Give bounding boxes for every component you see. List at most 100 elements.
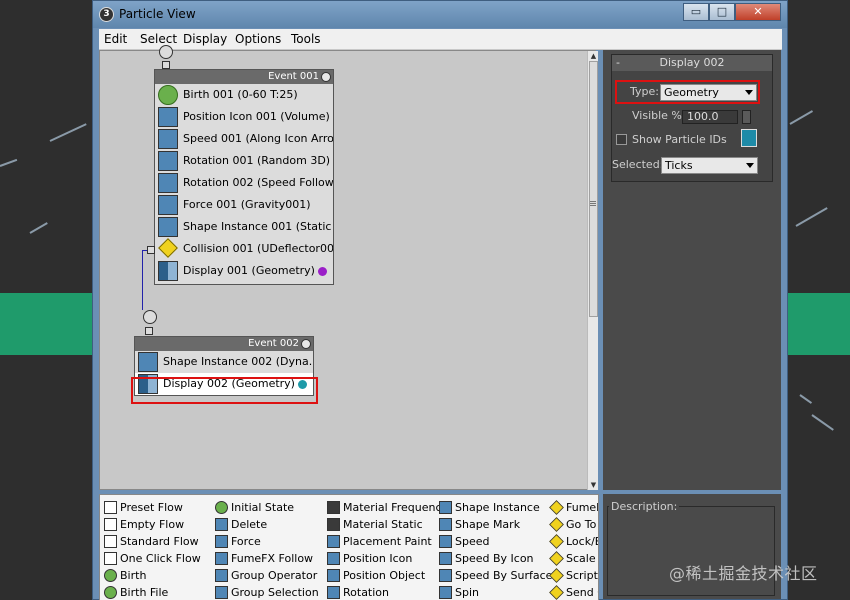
depot-item[interactable]: Force xyxy=(214,533,319,550)
depot-item[interactable]: FumeFX xyxy=(549,499,598,516)
event-001[interactable]: Event 001 Birth 001 (0-60 T:25) Position… xyxy=(154,69,334,285)
depot-item[interactable]: Birth File xyxy=(103,584,201,600)
visible-percent-spinner[interactable]: 100.0 xyxy=(682,110,738,124)
depot-item[interactable]: Empty Flow xyxy=(103,516,201,533)
depot-item[interactable]: Initial State xyxy=(214,499,319,516)
depot-item[interactable]: Position Icon xyxy=(326,550,448,567)
spinner-arrows-icon[interactable] xyxy=(742,110,751,124)
depot-item-label: Position Object xyxy=(343,569,426,582)
event-002-header[interactable]: Event 002 xyxy=(135,337,313,351)
depot-column-4: Shape Instance Shape Mark Speed Speed By… xyxy=(438,499,552,600)
depot-item-label: Lock/Bo xyxy=(566,535,598,548)
depot-item[interactable]: Speed xyxy=(438,533,552,550)
preset-flow-icon xyxy=(104,501,117,514)
operator-speed-001[interactable]: Speed 001 (Along Icon Arro... xyxy=(155,128,333,150)
rollout-title: Display 002 xyxy=(659,56,725,69)
depot-item-label: Group Selection xyxy=(231,586,319,599)
depot-item[interactable]: Spin xyxy=(438,584,552,600)
operator-force-001[interactable]: Force 001 (Gravity001) xyxy=(155,194,333,216)
depot-item[interactable]: Group Operator xyxy=(214,567,319,584)
delete-icon xyxy=(215,518,228,531)
test-collision-001[interactable]: Collision 001 (UDeflector00... xyxy=(155,238,333,260)
shape-mark-icon xyxy=(439,518,452,531)
scroll-down-arrow-icon[interactable]: ▼ xyxy=(588,480,599,490)
display-color-swatch[interactable] xyxy=(741,129,757,147)
depot-item[interactable]: FumeFX Follow xyxy=(214,550,319,567)
event-display-canvas[interactable]: Event 001 Birth 001 (0-60 T:25) Position… xyxy=(99,45,598,490)
collapse-icon[interactable]: - xyxy=(616,55,620,71)
depot-item-label: Standard Flow xyxy=(120,535,199,548)
scroll-up-arrow-icon[interactable]: ▲ xyxy=(588,51,599,61)
depot-item[interactable]: Lock/Bo xyxy=(549,533,598,550)
rotation-icon xyxy=(158,151,178,171)
title-bar[interactable]: 3 Particle View ▭ □ ✕ xyxy=(93,1,787,28)
maximize-button[interactable]: □ xyxy=(709,3,735,21)
depot-item[interactable]: Send O xyxy=(549,584,598,600)
depot-item[interactable]: Position Object xyxy=(326,567,448,584)
event-wire xyxy=(142,250,143,310)
depot-item-label: Birth File xyxy=(120,586,169,599)
selected-dropdown[interactable]: Ticks xyxy=(661,157,758,174)
depot-item[interactable]: Rotation xyxy=(326,584,448,600)
minimize-button[interactable]: ▭ xyxy=(683,3,709,21)
speed-by-icon-icon xyxy=(439,552,452,565)
position-icon xyxy=(327,552,340,565)
menu-display[interactable]: Display xyxy=(183,32,227,46)
lock-bond-icon xyxy=(549,534,564,549)
depot-item-label: Force xyxy=(231,535,261,548)
depot-item[interactable]: Go To R xyxy=(549,516,598,533)
operator-display-001[interactable]: Display 001 (Geometry) xyxy=(155,260,333,282)
show-particle-ids-checkbox[interactable] xyxy=(616,134,627,145)
force-icon xyxy=(215,535,228,548)
depot-item[interactable]: One Click Flow xyxy=(103,550,201,567)
depot-item[interactable]: Shape Mark xyxy=(438,516,552,533)
depot-item[interactable]: Group Selection xyxy=(214,584,319,600)
watermark-text: @稀土掘金技术社区 xyxy=(669,564,818,583)
depot-item-label: FumeFX Follow xyxy=(231,552,314,565)
depot-item[interactable]: Standard Flow xyxy=(103,533,201,550)
menu-bar: Edit Select Display Options Tools xyxy=(99,29,782,50)
test-output-stub[interactable] xyxy=(147,246,155,254)
menu-tools[interactable]: Tools xyxy=(291,32,321,46)
operator-position-icon-001[interactable]: Position Icon 001 (Volume) xyxy=(155,106,333,128)
operator-shape-instance-001[interactable]: Shape Instance 001 (Static ... xyxy=(155,216,333,238)
speed-by-surface-icon xyxy=(439,569,452,582)
operator-shape-instance-002[interactable]: Shape Instance 002 (Dyna... xyxy=(135,351,313,373)
rollout-header[interactable]: - Display 002 xyxy=(612,55,772,71)
depot-item[interactable]: Material Static xyxy=(326,516,448,533)
menu-select[interactable]: Select xyxy=(140,32,177,46)
operator-rotation-002[interactable]: Rotation 002 (Speed Follow) xyxy=(155,172,333,194)
lightbulb-icon[interactable] xyxy=(321,72,331,82)
operator-rotation-001[interactable]: Rotation 001 (Random 3D) xyxy=(155,150,333,172)
operator-birth-001[interactable]: Birth 001 (0-60 T:25) xyxy=(155,84,333,106)
depot-item[interactable]: Delete xyxy=(214,516,319,533)
canvas-vertical-scrollbar[interactable]: ▲ ▼ xyxy=(587,51,598,490)
event-input-stub xyxy=(162,61,170,69)
birth-icon xyxy=(158,85,178,105)
depot-item-label: Send O xyxy=(566,586,598,599)
depot-item-label: Position Icon xyxy=(343,552,413,565)
close-button[interactable]: ✕ xyxy=(735,3,781,21)
show-particle-ids-label: Show Particle IDs xyxy=(632,133,727,146)
depot-item[interactable]: Speed By Surface xyxy=(438,567,552,584)
depot-item[interactable]: Material Frequency xyxy=(326,499,448,516)
depot-item[interactable]: Placement Paint xyxy=(326,533,448,550)
lightbulb-icon[interactable] xyxy=(301,339,311,349)
event-002-input-connector[interactable] xyxy=(143,310,157,324)
depot-item[interactable]: Script T xyxy=(549,567,598,584)
event-001-title: Event 001 xyxy=(268,71,319,82)
depot-item[interactable]: Speed By Icon xyxy=(438,550,552,567)
scroll-thumb[interactable] xyxy=(589,61,598,317)
depot-item[interactable]: Scale Te xyxy=(549,550,598,567)
event-001-header[interactable]: Event 001 xyxy=(155,70,333,84)
depot-item[interactable]: Shape Instance xyxy=(438,499,552,516)
position-icon xyxy=(158,107,178,127)
depot-item-label: Birth xyxy=(120,569,147,582)
depot-item[interactable]: Preset Flow xyxy=(103,499,201,516)
group-selection-icon xyxy=(215,586,228,599)
initial-state-icon xyxy=(215,501,228,514)
menu-edit[interactable]: Edit xyxy=(104,32,127,46)
depot-item[interactable]: Birth xyxy=(103,567,201,584)
menu-options[interactable]: Options xyxy=(235,32,281,46)
event-input-connector[interactable] xyxy=(159,45,173,59)
